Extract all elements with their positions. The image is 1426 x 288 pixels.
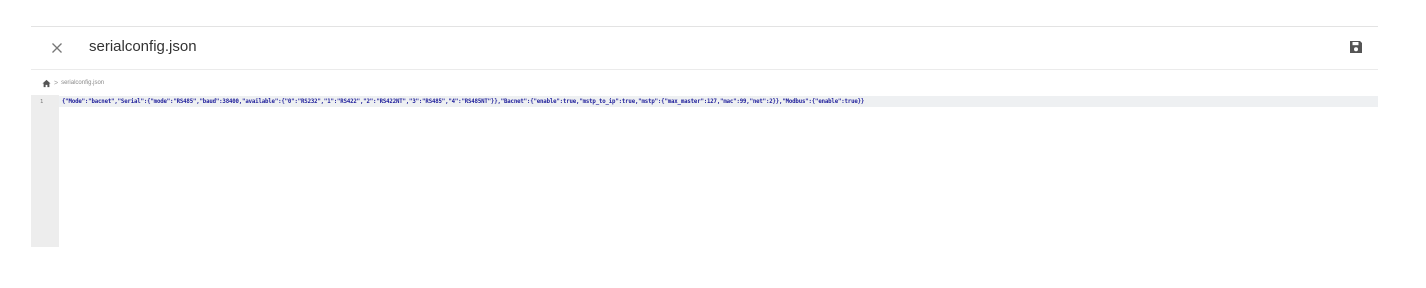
save-icon[interactable] — [1348, 39, 1364, 55]
breadcrumb-separator: > — [54, 79, 59, 87]
file-title: serialconfig.json — [89, 38, 197, 55]
code-editor[interactable]: 1 {"Mode":"bacnet","Serial":{"mode":"RS4… — [31, 95, 1378, 247]
editor-header: serialconfig.json — [31, 27, 1378, 69]
line-number: 1 — [40, 99, 44, 105]
close-icon[interactable] — [49, 40, 65, 56]
line-number-gutter: 1 — [31, 95, 59, 247]
breadcrumb: > serialconfig.json — [42, 77, 104, 89]
code-line[interactable]: {"Mode":"bacnet","Serial":{"mode":"RS485… — [62, 99, 864, 105]
breadcrumb-file[interactable]: serialconfig.json — [61, 80, 104, 86]
home-icon[interactable] — [42, 79, 51, 88]
header-divider — [31, 69, 1378, 70]
